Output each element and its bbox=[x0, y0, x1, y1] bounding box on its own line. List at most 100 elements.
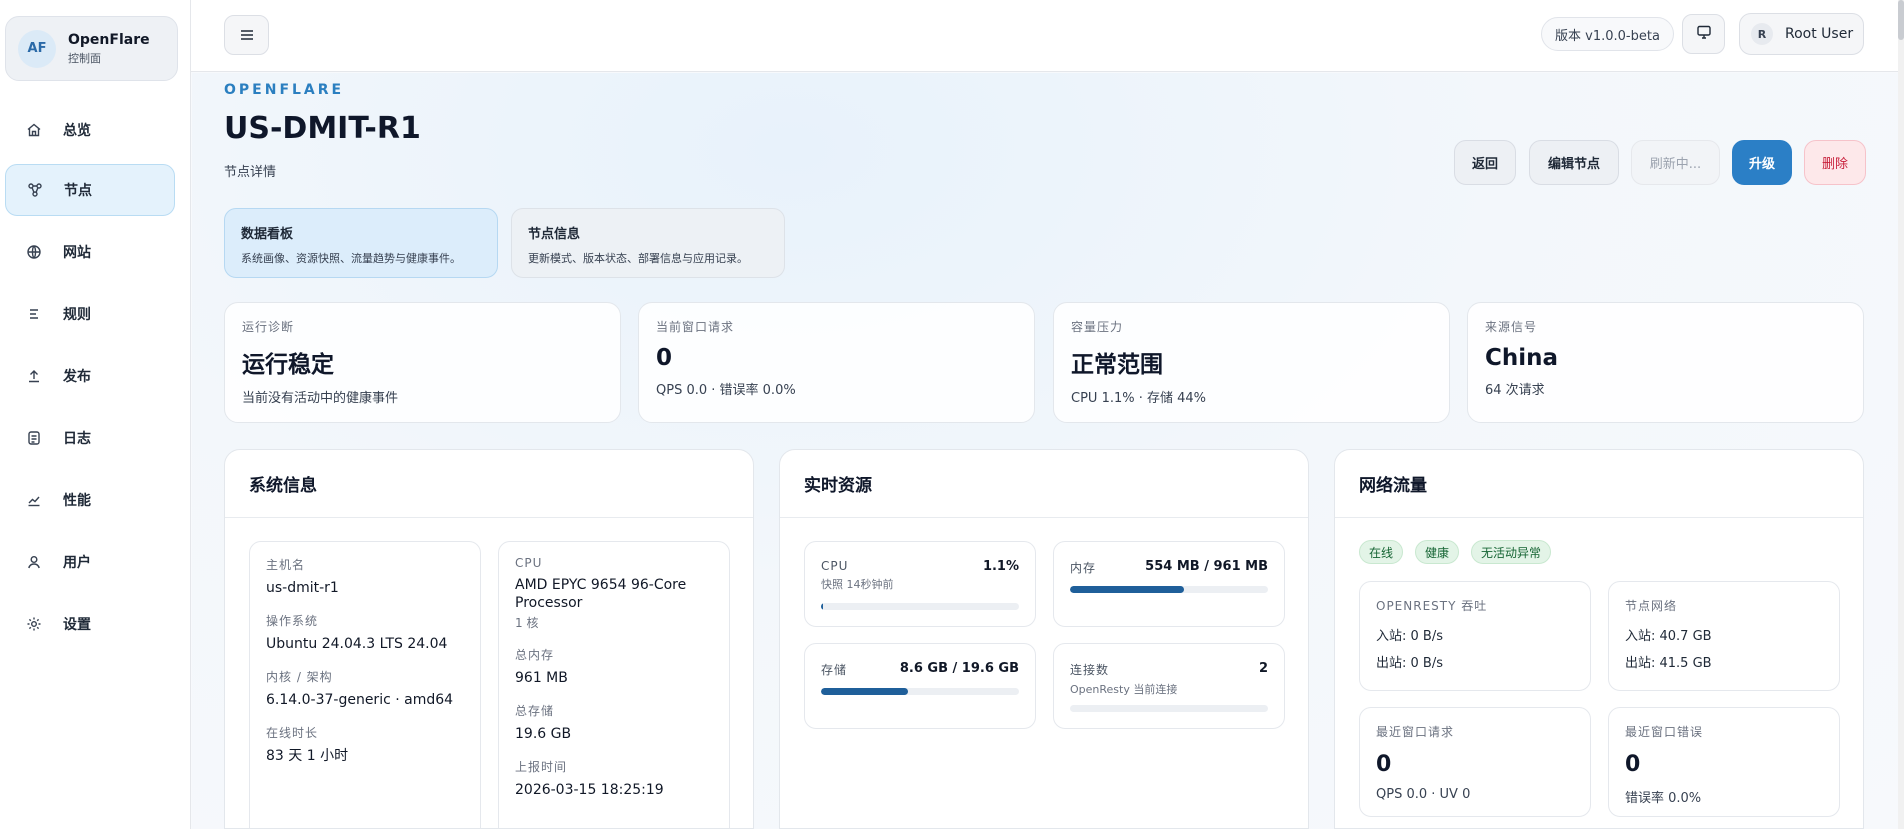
display-mode-button[interactable] bbox=[1682, 14, 1725, 54]
stat-value: China bbox=[1485, 345, 1559, 371]
page-scrollbar[interactable] bbox=[1898, 0, 1904, 829]
user-name: Root User bbox=[1785, 26, 1854, 42]
info-sub: 1 核 bbox=[515, 616, 539, 630]
tab-dashboard[interactable]: 数据看板 系统画像、资源快照、流量趋势与健康事件。 bbox=[224, 208, 498, 278]
home-icon bbox=[25, 121, 43, 139]
node-network-card: 节点网络 入站: 40.7 GB 出站: 41.5 GB bbox=[1608, 581, 1840, 691]
sidebar-item-sites[interactable]: 网站 bbox=[5, 226, 175, 278]
info-value: 961 MB bbox=[515, 670, 568, 686]
sidebar-item-label: 网站 bbox=[63, 245, 91, 261]
net-inbound: 入站: 40.7 GB bbox=[1625, 629, 1712, 644]
sidebar-item-users[interactable]: 用户 bbox=[5, 536, 175, 588]
hamburger-icon bbox=[240, 26, 254, 45]
tab-title: 节点信息 bbox=[528, 227, 581, 242]
stat-card-diagnosis: 运行诊断 运行稳定 当前没有活动中的健康事件 bbox=[224, 302, 621, 423]
stat-card-requests: 当前窗口请求 0 QPS 0.0 · 错误率 0.0% bbox=[638, 302, 1035, 423]
res-value: 1.1% bbox=[982, 559, 1019, 574]
back-button[interactable]: 返回 bbox=[1454, 140, 1516, 185]
sidebar-item-label: 总览 bbox=[63, 123, 91, 139]
nodes-icon bbox=[26, 181, 44, 199]
network-panel: 网络流量 在线 健康 无活动异常 OPENRESTY 吞吐 入站: 0 B/s … bbox=[1334, 449, 1864, 829]
info-label: 内核 / 架构 bbox=[266, 670, 333, 684]
system-info-left: 主机名 us-dmit-r1 操作系统 Ubuntu 24.04.3 LTS 2… bbox=[249, 541, 481, 828]
res-label: 内存 bbox=[1070, 561, 1097, 575]
info-value: 6.14.0-37-generic · amd64 bbox=[266, 692, 454, 708]
sidebar-item-rules[interactable]: 规则 bbox=[5, 288, 175, 340]
info-value: us-dmit-r1 bbox=[266, 580, 339, 596]
brand-name: OpenFlare bbox=[68, 31, 150, 48]
panel-title: 系统信息 bbox=[225, 450, 753, 518]
tab-node-info[interactable]: 节点信息 更新模式、版本状态、部署信息与应用记录。 bbox=[511, 208, 785, 278]
chart-icon bbox=[25, 491, 43, 509]
panel-title: 实时资源 bbox=[780, 450, 1308, 518]
rules-icon bbox=[25, 305, 43, 323]
version-badge: 版本 v1.0.0-beta bbox=[1541, 17, 1674, 51]
status-badge: 无活动异常 bbox=[1471, 540, 1552, 564]
info-label: 上报时间 bbox=[515, 760, 568, 774]
tab-description: 系统画像、资源快照、流量趋势与健康事件。 bbox=[241, 252, 461, 265]
cpu-progress-fill bbox=[821, 603, 824, 610]
tab-description: 更新模式、版本状态、部署信息与应用记录。 bbox=[528, 252, 748, 265]
res-label: 连接数 bbox=[1070, 663, 1110, 677]
user-menu-button[interactable]: R Root User bbox=[1739, 13, 1864, 55]
page-title: US-DMIT-R1 bbox=[224, 111, 421, 146]
monitor-icon bbox=[1696, 24, 1712, 44]
scrollbar-thumb[interactable] bbox=[1898, 0, 1904, 40]
sidebar-item-publish[interactable]: 发布 bbox=[5, 350, 175, 402]
info-label: 操作系统 bbox=[266, 614, 319, 628]
net-value: 0 bbox=[1376, 752, 1392, 777]
info-label: 在线时长 bbox=[266, 726, 319, 740]
stat-label: 当前窗口请求 bbox=[656, 320, 735, 334]
info-value: AMD EPYC 9654 96-Core Processor bbox=[515, 577, 687, 611]
stat-label: 来源信号 bbox=[1485, 320, 1538, 334]
upgrade-button[interactable]: 升级 bbox=[1732, 140, 1792, 185]
connections-progress-bar bbox=[1070, 705, 1268, 712]
stat-value: 0 bbox=[656, 345, 673, 371]
stat-card-capacity: 容量压力 正常范围 CPU 1.1% · 存储 44% bbox=[1053, 302, 1450, 423]
stat-label: 运行诊断 bbox=[242, 320, 295, 334]
storage-progress-bar bbox=[821, 688, 1019, 695]
memory-card: 内存 554 MB / 961 MB bbox=[1053, 541, 1285, 627]
connections-card: 连接数 OpenResty 当前连接 2 bbox=[1053, 643, 1285, 729]
page-eyebrow: OPENFLARE bbox=[224, 82, 345, 98]
recent-requests-card: 最近窗口请求 0 QPS 0.0 · UV 0 bbox=[1359, 707, 1591, 817]
info-label: 总存储 bbox=[515, 704, 555, 718]
net-value: 0 bbox=[1625, 752, 1641, 777]
stat-value: 运行稳定 bbox=[242, 352, 334, 378]
net-label: OPENRESTY 吞吐 bbox=[1376, 599, 1488, 613]
net-label: 最近窗口错误 bbox=[1625, 725, 1704, 739]
log-icon bbox=[25, 429, 43, 447]
stat-label: 容量压力 bbox=[1071, 320, 1124, 334]
edit-node-button[interactable]: 编辑节点 bbox=[1529, 140, 1619, 185]
brand-card[interactable]: AF OpenFlare 控制面 bbox=[5, 16, 178, 81]
storage-progress-fill bbox=[821, 688, 908, 695]
sidebar-item-overview[interactable]: 总览 bbox=[5, 104, 175, 156]
main-content: OPENFLARE US-DMIT-R1 节点详情 返回 编辑节点 刷新中...… bbox=[192, 73, 1904, 829]
sidebar-item-settings[interactable]: 设置 bbox=[5, 598, 175, 650]
brand-avatar: AF bbox=[18, 29, 56, 68]
delete-button[interactable]: 删除 bbox=[1804, 140, 1866, 185]
page-subtitle: 节点详情 bbox=[224, 165, 277, 180]
sidebar-item-label: 设置 bbox=[63, 617, 91, 633]
globe-icon bbox=[25, 243, 43, 261]
net-inbound: 入站: 0 B/s bbox=[1376, 629, 1443, 644]
sidebar-item-label: 发布 bbox=[63, 369, 91, 385]
res-label: CPU bbox=[821, 559, 849, 573]
info-value: 2026-03-15 18:25:19 bbox=[515, 782, 664, 798]
info-value: 19.6 GB bbox=[515, 726, 572, 742]
memory-progress-fill bbox=[1070, 586, 1185, 593]
info-label: 总内存 bbox=[515, 648, 555, 662]
status-badge: 健康 bbox=[1415, 540, 1460, 564]
res-value: 2 bbox=[1258, 661, 1268, 676]
refresh-button[interactable]: 刷新中... bbox=[1631, 140, 1720, 185]
sidebar-item-performance[interactable]: 性能 bbox=[5, 474, 175, 526]
memory-progress-bar bbox=[1070, 586, 1268, 593]
net-sub: 错误率 0.0% bbox=[1625, 791, 1702, 806]
status-badges: 在线 健康 无活动异常 bbox=[1359, 540, 1563, 564]
sidebar-item-logs[interactable]: 日志 bbox=[5, 412, 175, 464]
info-value: 83 天 1 小时 bbox=[266, 748, 349, 764]
sidebar-item-nodes[interactable]: 节点 bbox=[5, 164, 175, 216]
status-badge: 在线 bbox=[1359, 540, 1404, 564]
cpu-progress-bar bbox=[821, 603, 1019, 610]
menu-toggle-button[interactable] bbox=[224, 15, 269, 55]
